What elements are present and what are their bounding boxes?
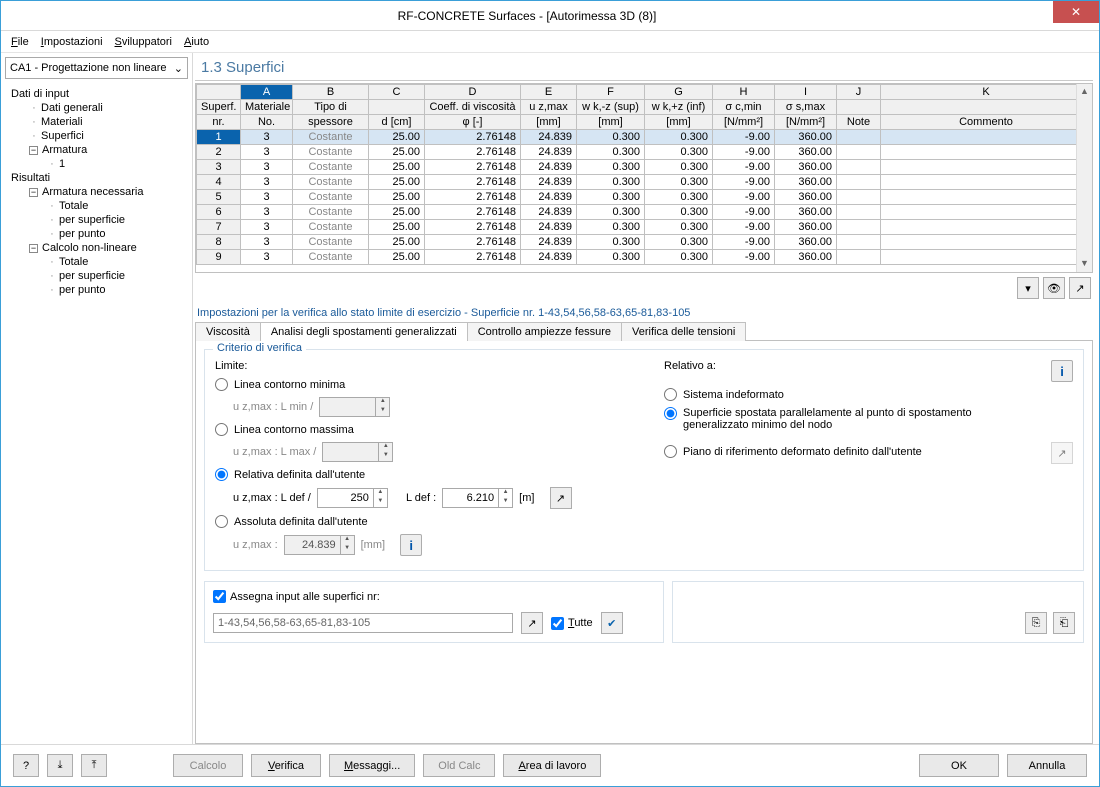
surfaces-grid[interactable]: ABCDEFGHIJK Superf.MaterialeTipo diCoeff… [195,83,1093,273]
tree-req-persurf[interactable]: ·per superficie [7,213,186,227]
pick-length-icon[interactable]: ↗ [550,487,572,509]
radio-min-contour[interactable]: Linea contorno minima [215,378,624,391]
window-title: RF-CONCRETE Surfaces - [Autorimessa 3D (… [1,9,1053,23]
min-spin: ▲▼ [319,397,390,417]
pick-plane-icon[interactable]: ↗ [1051,442,1073,464]
case-select[interactable]: CA1 - Progettazione non lineare ⌄ [5,57,188,79]
eye-icon[interactable]: 👁 [1043,277,1065,299]
tree-nl-perpoint[interactable]: ·per punto [7,283,186,297]
tree-results[interactable]: Risultati [7,171,186,185]
section-title: Impostazioni per la verifica allo stato … [195,303,1093,321]
tree-nl-total[interactable]: ·Totale [7,255,186,269]
cancel-button[interactable]: Annulla [1007,754,1087,777]
grid-scrollbar[interactable]: ▲ ▼ [1076,84,1092,272]
apply-icon[interactable]: ✔ [601,612,623,634]
messages-button[interactable]: Messaggi... [329,754,415,777]
assign-checkbox[interactable]: Assegna input alle superfici nr: [213,590,380,603]
table-row[interactable]: 93Costante25.002.7614824.8390.3000.300-9… [197,250,1092,265]
menu-bar: File Impostazioni Sviluppatori Aiuto [1,31,1099,53]
bottom-bar: ? ⤓ ⤒ Calcolo Verifica Messaggi... Old C… [1,744,1099,786]
workarea-button[interactable]: Area di lavoro [503,754,601,777]
menu-file[interactable]: File [11,36,29,48]
copy-box: ⎘ ⎗ [672,581,1084,643]
tree-surfaces[interactable]: ·Superfici [7,129,186,143]
chevron-down-icon: ⌄ [174,62,183,75]
left-panel: CA1 - Progettazione non lineare ⌄ Dati d… [1,53,193,744]
tree-reinf[interactable]: −Armatura [7,143,186,157]
tree-required[interactable]: −Armatura necessaria [7,185,186,199]
export-button[interactable]: ⤒ [81,754,107,777]
table-row[interactable]: 43Costante25.002.7614824.8390.3000.300-9… [197,175,1092,190]
tree-general[interactable]: ·Dati generali [7,101,186,115]
radio-max-contour[interactable]: Linea contorno massima [215,423,624,436]
tree-nonlin[interactable]: −Calcolo non-lineare [7,241,186,255]
import-button[interactable]: ⤓ [47,754,73,777]
table-row[interactable]: 83Costante25.002.7614824.8390.3000.300-9… [197,235,1092,250]
ldef-input[interactable]: ▲▼ [442,488,513,508]
scroll-down-icon[interactable]: ▼ [1077,256,1092,272]
tree-input[interactable]: Dati di input [7,87,186,101]
pick-surfaces-icon[interactable]: ↗ [521,612,543,634]
tab-panel: Criterio di verifica Limite: Linea conto… [195,341,1093,744]
abs-spin: ▲▼ [284,535,355,555]
table-row[interactable]: 73Costante25.002.7614824.8390.3000.300-9… [197,220,1092,235]
tree-req-perpoint[interactable]: ·per punto [7,227,186,241]
table-row[interactable]: 13Costante25.002.7614824.8390.3000.300-9… [197,130,1092,145]
max-spin: ▲▼ [322,442,393,462]
tab-stress[interactable]: Verifica delle tensioni [621,322,746,341]
tab-displacement[interactable]: Analisi degli spostamenti generalizzati [260,322,468,341]
radio-user-relative[interactable]: Relativa definita dall'utente [215,468,624,481]
table-row[interactable]: 23Costante25.002.7614824.8390.3000.300-9… [197,145,1092,160]
page-heading: 1.3 Superfici [195,55,1093,80]
table-row[interactable]: 53Costante25.002.7614824.8390.3000.300-9… [197,190,1092,205]
all-checkbox[interactable]: Tutte [551,617,593,630]
ok-button[interactable]: OK [919,754,999,777]
table-row[interactable]: 63Costante25.002.7614824.8390.3000.300-9… [197,205,1092,220]
radio-parallel-surface[interactable]: Superficie spostata parallelamente al pu… [664,407,1073,431]
tree-nl-persurf[interactable]: ·per superficie [7,269,186,283]
close-button[interactable]: ✕ [1053,1,1099,23]
tab-crack[interactable]: Controllo ampiezze fessure [467,322,622,341]
criterion-legend: Criterio di verifica [213,342,306,354]
limit-label: Limite: [215,360,624,372]
filter-icon[interactable]: ▾ [1017,277,1039,299]
paste-icon[interactable]: ⎗ [1053,612,1075,634]
tree-req-total[interactable]: ·Totale [7,199,186,213]
tree-materials[interactable]: ·Materiali [7,115,186,129]
divider [195,80,1093,81]
copy-icon[interactable]: ⎘ [1025,612,1047,634]
menu-settings[interactable]: Impostazioni [41,36,103,48]
min-subrow: u z,max : L min / ▲▼ [233,397,624,417]
max-subrow: u z,max : L max / ▲▼ [233,442,624,462]
ldef-ratio-input[interactable]: ▲▼ [317,488,388,508]
tree-reinf-1[interactable]: ·1 [7,157,186,171]
verify-button[interactable]: Verifica [251,754,321,777]
case-select-value: CA1 - Progettazione non lineare [10,62,167,74]
assign-box: Assegna input alle superfici nr: ↗ Tutte… [204,581,664,643]
radio-user-absolute[interactable]: Assoluta definita dall'utente [215,515,624,528]
help-button[interactable]: ? [13,754,39,777]
pick-icon[interactable]: ↗ [1069,277,1091,299]
info-icon[interactable]: i [400,534,422,556]
menu-help[interactable]: Aiuto [184,36,209,48]
title-bar: RF-CONCRETE Surfaces - [Autorimessa 3D (… [1,1,1099,31]
table-row[interactable]: 33Costante25.002.7614824.8390.3000.300-9… [197,160,1092,175]
nav-tree[interactable]: Dati di input ·Dati generali ·Materiali … [1,83,192,744]
tabs: Viscosità Analisi degli spostamenti gene… [195,321,1093,341]
info-icon-right[interactable]: i [1051,360,1073,382]
calc-button[interactable]: Calcolo [173,754,243,777]
radio-undeformed[interactable]: Sistema indeformato [664,388,1073,401]
scroll-up-icon[interactable]: ▲ [1077,84,1092,100]
userrel-row: u z,max : L def / ▲▼ L def : ▲▼ [m] ↗ [233,487,624,509]
oldcalc-button[interactable]: Old Calc [423,754,495,777]
menu-developers[interactable]: Sviluppatori [115,36,172,48]
grid-toolbar: ▾ 👁 ↗ [195,273,1093,303]
right-panel: 1.3 Superfici ABCDEFGHIJK Superf.Materia… [193,53,1099,744]
criterion-group: Criterio di verifica Limite: Linea conto… [204,349,1084,571]
relative-label: Relativo a: [664,360,716,372]
assign-input[interactable] [213,613,513,633]
abs-row: u z,max : ▲▼ [mm] i [233,534,624,556]
tab-viscosity[interactable]: Viscosità [195,322,261,341]
